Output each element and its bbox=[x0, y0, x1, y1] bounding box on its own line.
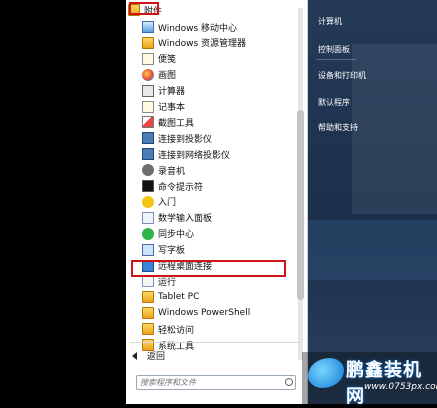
list-item[interactable]: 记事本 bbox=[142, 99, 292, 115]
list-item[interactable]: Tablet PC bbox=[142, 289, 292, 305]
command-prompt-icon bbox=[142, 180, 154, 192]
network-projector-icon bbox=[142, 148, 154, 161]
microphone-icon bbox=[142, 164, 154, 177]
right-item-default-programs[interactable]: 默认程序 bbox=[318, 97, 350, 108]
menu-divider bbox=[130, 342, 300, 343]
folder-icon bbox=[142, 307, 154, 320]
folder-icon bbox=[142, 291, 154, 304]
snipping-tool-icon bbox=[142, 116, 154, 129]
back-button[interactable]: 返回 bbox=[132, 349, 165, 362]
run-icon bbox=[142, 275, 154, 288]
mobility-center-icon bbox=[142, 21, 154, 33]
list-item[interactable]: 命令提示符 bbox=[142, 178, 292, 194]
list-item[interactable]: Windows 资源管理器 bbox=[142, 35, 292, 51]
sync-icon bbox=[142, 227, 154, 240]
list-item[interactable]: 录音机 bbox=[142, 162, 292, 178]
list-item[interactable]: 入门 bbox=[142, 194, 292, 210]
folder-icon bbox=[142, 323, 154, 336]
projector-icon bbox=[142, 132, 154, 145]
start-menu-right-pane: 计算机 控制面板 设备和打印机 默认程序 帮助和支持 bbox=[308, 0, 437, 404]
wordpad-icon bbox=[142, 243, 154, 256]
background-glass bbox=[308, 220, 437, 280]
list-item[interactable]: 轻松访问 bbox=[142, 321, 292, 337]
paint-icon bbox=[142, 68, 154, 81]
list-item[interactable]: Windows 移动中心 bbox=[142, 19, 292, 35]
calculator-icon bbox=[142, 84, 154, 97]
list-item[interactable]: 数学输入面板 bbox=[142, 210, 292, 226]
start-menu-programs-pane: 附件 Windows 移动中心 Windows 资源管理器 便笺 画图 计算器 … bbox=[126, 0, 308, 404]
right-item-help-support[interactable]: 帮助和支持 bbox=[318, 122, 358, 133]
highlight-run bbox=[131, 260, 286, 277]
list-item[interactable]: 连接到网络投影仪 bbox=[142, 146, 292, 162]
logo-icon bbox=[308, 358, 344, 388]
list-item[interactable]: 同步中心 bbox=[142, 226, 292, 242]
list-item[interactable]: 计算器 bbox=[142, 83, 292, 99]
right-item-computer[interactable]: 计算机 bbox=[318, 16, 342, 27]
sticky-notes-icon bbox=[142, 52, 154, 65]
left-background bbox=[0, 0, 126, 404]
math-input-icon bbox=[142, 211, 154, 224]
search-icon[interactable] bbox=[285, 378, 293, 386]
explorer-icon bbox=[142, 36, 154, 49]
right-item-devices-printers[interactable]: 设备和打印机 bbox=[318, 70, 366, 81]
list-item[interactable]: 连接到投影仪 bbox=[142, 130, 292, 146]
star-icon bbox=[142, 195, 154, 208]
right-divider bbox=[316, 59, 356, 60]
list-item[interactable]: 便笺 bbox=[142, 51, 292, 67]
list-item[interactable]: 写字板 bbox=[142, 242, 292, 258]
watermark-url: www.0753px.com bbox=[364, 382, 437, 392]
list-item[interactable]: 画图 bbox=[142, 67, 292, 83]
list-item[interactable]: 截图工具 bbox=[142, 114, 292, 130]
back-arrow-icon bbox=[132, 351, 137, 360]
scrollbar-thumb[interactable] bbox=[297, 110, 304, 300]
search-input[interactable] bbox=[140, 376, 280, 389]
list-item[interactable]: Windows PowerShell bbox=[142, 305, 292, 321]
notepad-icon bbox=[142, 100, 154, 113]
back-label: 返回 bbox=[147, 352, 166, 362]
search-box[interactable] bbox=[136, 375, 296, 390]
highlight-accessories bbox=[129, 2, 159, 15]
watermark-logo: 鹏鑫装机网 www.0753px.com bbox=[302, 352, 437, 407]
right-item-control-panel[interactable]: 控制面板 bbox=[318, 44, 350, 55]
